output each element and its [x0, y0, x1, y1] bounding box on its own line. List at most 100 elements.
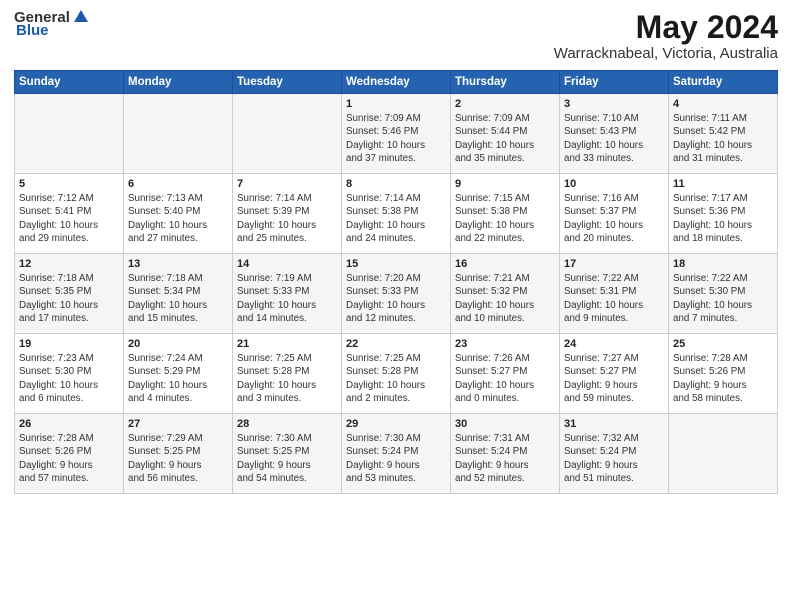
- week-row-3: 12 Sunrise: 7:18 AM Sunset: 5:35 PM Dayli…: [15, 254, 778, 334]
- day-number: 22: [346, 338, 446, 350]
- calendar-cell: 9 Sunrise: 7:15 AM Sunset: 5:38 PM Daylig…: [451, 174, 560, 254]
- calendar-cell: 3 Sunrise: 7:10 AM Sunset: 5:43 PM Daylig…: [560, 94, 669, 174]
- cell-content: Sunrise: 7:14 AM Sunset: 5:38 PM Dayligh…: [346, 192, 446, 245]
- calendar-cell: 22 Sunrise: 7:25 AM Sunset: 5:28 PM Dayli…: [342, 334, 451, 414]
- day-number: 14: [237, 258, 337, 270]
- logo: General Blue: [14, 10, 90, 39]
- day-number: 26: [19, 418, 119, 430]
- col-header-monday: Monday: [124, 71, 233, 94]
- logo-arrow-icon: [72, 8, 90, 26]
- col-header-thursday: Thursday: [451, 71, 560, 94]
- cell-content: Sunrise: 7:11 AM Sunset: 5:42 PM Dayligh…: [673, 112, 773, 165]
- cell-content: Sunrise: 7:12 AM Sunset: 5:41 PM Dayligh…: [19, 192, 119, 245]
- day-number: 16: [455, 258, 555, 270]
- cell-content: Sunrise: 7:31 AM Sunset: 5:24 PM Dayligh…: [455, 432, 555, 485]
- day-number: 11: [673, 178, 773, 190]
- cell-content: Sunrise: 7:30 AM Sunset: 5:24 PM Dayligh…: [346, 432, 446, 485]
- header-row: SundayMondayTuesdayWednesdayThursdayFrid…: [15, 71, 778, 94]
- day-number: 19: [19, 338, 119, 350]
- calendar-cell: 2 Sunrise: 7:09 AM Sunset: 5:44 PM Daylig…: [451, 94, 560, 174]
- header: General Blue May 2024 Warracknabeal, Vic…: [14, 10, 778, 62]
- calendar-cell: [233, 94, 342, 174]
- day-number: 20: [128, 338, 228, 350]
- calendar-cell: 19 Sunrise: 7:23 AM Sunset: 5:30 PM Dayli…: [15, 334, 124, 414]
- cell-content: Sunrise: 7:09 AM Sunset: 5:44 PM Dayligh…: [455, 112, 555, 165]
- calendar-cell: 29Sunrise: 7:30 AM Sunset: 5:24 PM Dayli…: [342, 414, 451, 494]
- day-number: 5: [19, 178, 119, 190]
- calendar-cell: 8Sunrise: 7:14 AM Sunset: 5:38 PM Daylig…: [342, 174, 451, 254]
- cell-content: Sunrise: 7:28 AM Sunset: 5:26 PM Dayligh…: [673, 352, 773, 405]
- cell-content: Sunrise: 7:16 AM Sunset: 5:37 PM Dayligh…: [564, 192, 664, 245]
- col-header-wednesday: Wednesday: [342, 71, 451, 94]
- day-number: 1: [346, 98, 446, 110]
- cell-content: Sunrise: 7:09 AM Sunset: 5:46 PM Dayligh…: [346, 112, 446, 165]
- day-number: 21: [237, 338, 337, 350]
- calendar-cell: 14Sunrise: 7:19 AM Sunset: 5:33 PM Dayli…: [233, 254, 342, 334]
- cell-content: Sunrise: 7:25 AM Sunset: 5:28 PM Dayligh…: [237, 352, 337, 405]
- week-row-5: 26Sunrise: 7:28 AM Sunset: 5:26 PM Dayli…: [15, 414, 778, 494]
- day-number: 27: [128, 418, 228, 430]
- calendar-cell: 27 Sunrise: 7:29 AM Sunset: 5:25 PM Dayli…: [124, 414, 233, 494]
- cell-content: Sunrise: 7:20 AM Sunset: 5:33 PM Dayligh…: [346, 272, 446, 325]
- calendar-cell: 25 Sunrise: 7:28 AM Sunset: 5:26 PM Dayli…: [669, 334, 778, 414]
- page-subtitle: Warracknabeal, Victoria, Australia: [554, 45, 778, 62]
- calendar-cell: 6Sunrise: 7:13 AM Sunset: 5:40 PM Daylig…: [124, 174, 233, 254]
- day-number: 3: [564, 98, 664, 110]
- page: General Blue May 2024 Warracknabeal, Vic…: [0, 0, 792, 612]
- calendar-cell: [124, 94, 233, 174]
- day-number: 10: [564, 178, 664, 190]
- day-number: 13: [128, 258, 228, 270]
- day-number: 30: [455, 418, 555, 430]
- day-number: 24: [564, 338, 664, 350]
- cell-content: Sunrise: 7:15 AM Sunset: 5:38 PM Dayligh…: [455, 192, 555, 245]
- cell-content: Sunrise: 7:24 AM Sunset: 5:29 PM Dayligh…: [128, 352, 228, 405]
- day-number: 15: [346, 258, 446, 270]
- week-row-2: 5 Sunrise: 7:12 AM Sunset: 5:41 PM Daylig…: [15, 174, 778, 254]
- cell-content: Sunrise: 7:25 AM Sunset: 5:28 PM Dayligh…: [346, 352, 446, 405]
- page-title: May 2024: [554, 10, 778, 45]
- cell-content: Sunrise: 7:17 AM Sunset: 5:36 PM Dayligh…: [673, 192, 773, 245]
- week-row-1: 1 Sunrise: 7:09 AM Sunset: 5:46 PM Daylig…: [15, 94, 778, 174]
- day-number: 9: [455, 178, 555, 190]
- calendar-cell: 15 Sunrise: 7:20 AM Sunset: 5:33 PM Dayli…: [342, 254, 451, 334]
- day-number: 25: [673, 338, 773, 350]
- cell-content: Sunrise: 7:10 AM Sunset: 5:43 PM Dayligh…: [564, 112, 664, 165]
- cell-content: Sunrise: 7:18 AM Sunset: 5:35 PM Dayligh…: [19, 272, 119, 325]
- calendar-table: SundayMondayTuesdayWednesdayThursdayFrid…: [14, 70, 778, 494]
- cell-content: Sunrise: 7:23 AM Sunset: 5:30 PM Dayligh…: [19, 352, 119, 405]
- calendar-cell: 26Sunrise: 7:28 AM Sunset: 5:26 PM Dayli…: [15, 414, 124, 494]
- calendar-cell: 12 Sunrise: 7:18 AM Sunset: 5:35 PM Dayli…: [15, 254, 124, 334]
- day-number: 18: [673, 258, 773, 270]
- cell-content: Sunrise: 7:27 AM Sunset: 5:27 PM Dayligh…: [564, 352, 664, 405]
- calendar-cell: 16 Sunrise: 7:21 AM Sunset: 5:32 PM Dayli…: [451, 254, 560, 334]
- cell-content: Sunrise: 7:14 AM Sunset: 5:39 PM Dayligh…: [237, 192, 337, 245]
- calendar-cell: 28Sunrise: 7:30 AM Sunset: 5:25 PM Dayli…: [233, 414, 342, 494]
- day-number: 23: [455, 338, 555, 350]
- day-number: 12: [19, 258, 119, 270]
- day-number: 7: [237, 178, 337, 190]
- day-number: 4: [673, 98, 773, 110]
- calendar-cell: 23Sunrise: 7:26 AM Sunset: 5:27 PM Dayli…: [451, 334, 560, 414]
- col-header-sunday: Sunday: [15, 71, 124, 94]
- calendar-cell: 24 Sunrise: 7:27 AM Sunset: 5:27 PM Dayli…: [560, 334, 669, 414]
- calendar-cell: 18 Sunrise: 7:22 AM Sunset: 5:30 PM Dayli…: [669, 254, 778, 334]
- cell-content: Sunrise: 7:18 AM Sunset: 5:34 PM Dayligh…: [128, 272, 228, 325]
- cell-content: Sunrise: 7:21 AM Sunset: 5:32 PM Dayligh…: [455, 272, 555, 325]
- calendar-cell: 21 Sunrise: 7:25 AM Sunset: 5:28 PM Dayli…: [233, 334, 342, 414]
- cell-content: Sunrise: 7:22 AM Sunset: 5:30 PM Dayligh…: [673, 272, 773, 325]
- calendar-cell: 17Sunrise: 7:22 AM Sunset: 5:31 PM Dayli…: [560, 254, 669, 334]
- title-block: May 2024 Warracknabeal, Victoria, Austra…: [554, 10, 778, 62]
- calendar-cell: 20 Sunrise: 7:24 AM Sunset: 5:29 PM Dayli…: [124, 334, 233, 414]
- cell-content: Sunrise: 7:32 AM Sunset: 5:24 PM Dayligh…: [564, 432, 664, 485]
- day-number: 2: [455, 98, 555, 110]
- calendar-cell: 7 Sunrise: 7:14 AM Sunset: 5:39 PM Daylig…: [233, 174, 342, 254]
- cell-content: Sunrise: 7:13 AM Sunset: 5:40 PM Dayligh…: [128, 192, 228, 245]
- week-row-4: 19 Sunrise: 7:23 AM Sunset: 5:30 PM Dayli…: [15, 334, 778, 414]
- cell-content: Sunrise: 7:30 AM Sunset: 5:25 PM Dayligh…: [237, 432, 337, 485]
- cell-content: Sunrise: 7:29 AM Sunset: 5:25 PM Dayligh…: [128, 432, 228, 485]
- day-number: 31: [564, 418, 664, 430]
- calendar-cell: [15, 94, 124, 174]
- day-number: 17: [564, 258, 664, 270]
- calendar-cell: 5 Sunrise: 7:12 AM Sunset: 5:41 PM Daylig…: [15, 174, 124, 254]
- col-header-tuesday: Tuesday: [233, 71, 342, 94]
